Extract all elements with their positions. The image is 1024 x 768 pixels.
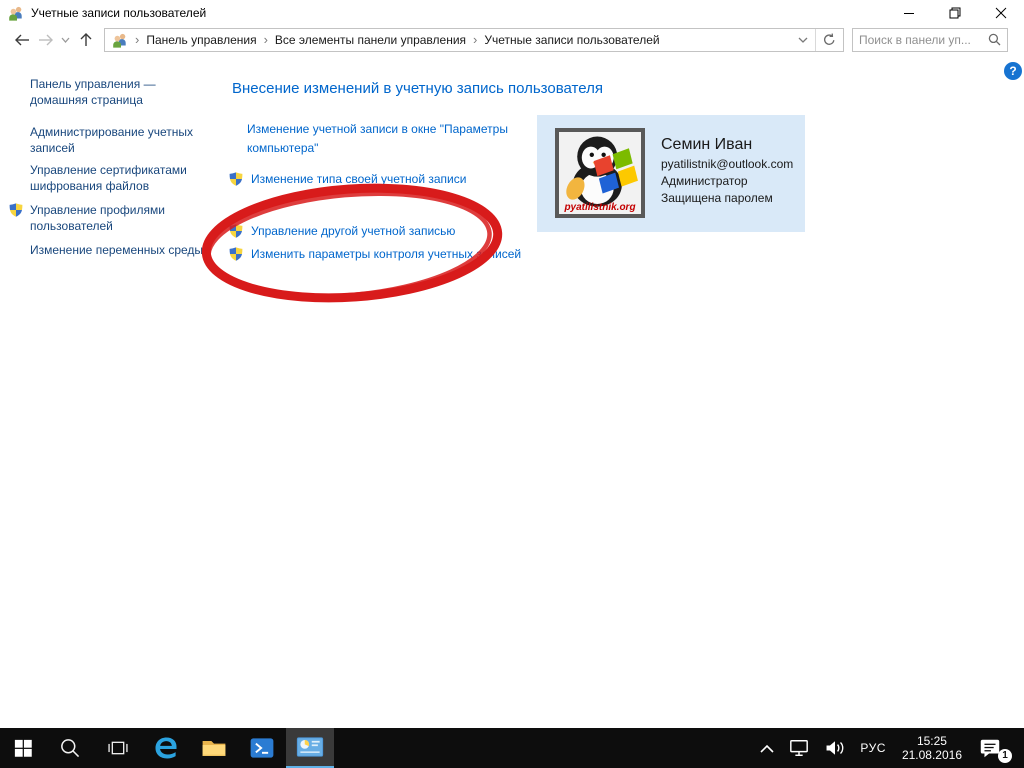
chevron-down-icon	[798, 37, 808, 43]
navigation-bar: › Панель управления › Все элементы панел…	[0, 25, 1024, 54]
system-tray: РУС 15:25 21.08.2016 1	[753, 728, 1024, 768]
forward-button[interactable]	[34, 28, 58, 52]
breadcrumb-control-panel[interactable]: Панель управления	[142, 33, 260, 47]
page-title: Внесение изменений в учетную запись поль…	[232, 80, 603, 97]
help-glyph: ?	[1009, 64, 1016, 78]
edge-icon	[152, 734, 180, 762]
link-change-uac-settings[interactable]: Изменить параметры контроля учетных запи…	[228, 245, 521, 268]
link-label: Изменение учетной записи в окне "Парамет…	[247, 120, 547, 158]
search-icon	[988, 33, 1001, 46]
uac-shield-icon	[8, 202, 24, 222]
link-label: Изменение типа своей учетной записи	[251, 170, 466, 189]
up-arrow-icon	[79, 32, 93, 47]
notification-badge: 1	[998, 749, 1012, 763]
restore-icon	[949, 7, 961, 19]
window-controls	[886, 0, 1024, 25]
close-icon	[995, 7, 1007, 19]
back-arrow-icon	[14, 33, 30, 47]
close-button[interactable]	[978, 0, 1024, 25]
link-change-account-type[interactable]: Изменение типа своей учетной записи	[228, 170, 466, 193]
powershell-icon	[248, 734, 276, 762]
account-password-status: Защищена паролем	[661, 190, 793, 207]
network-status-button[interactable]	[781, 728, 817, 768]
ethernet-network-icon	[788, 738, 810, 758]
address-bar[interactable]: › Панель управления › Все элементы панел…	[104, 28, 844, 52]
desktop: Учетные записи пользователей	[0, 0, 1024, 768]
file-explorer-button[interactable]	[190, 728, 238, 768]
account-email: pyatilistnik@outlook.com	[661, 156, 793, 173]
address-location-icon	[112, 32, 128, 48]
up-button[interactable]	[74, 28, 98, 52]
language-indicator[interactable]: РУС	[853, 728, 893, 768]
powershell-button[interactable]	[238, 728, 286, 768]
breadcrumb-separator: ›	[470, 32, 480, 47]
chevron-down-icon	[61, 37, 70, 43]
refresh-button[interactable]	[815, 29, 843, 51]
window-content: Панель управления — домашняя страница Ад…	[0, 54, 1024, 728]
forward-arrow-icon	[38, 33, 54, 47]
link-change-account-in-pc-settings[interactable]: Изменение учетной записи в окне "Парамет…	[247, 120, 547, 158]
tray-show-hidden-icons[interactable]	[753, 728, 781, 768]
uac-shield-icon	[228, 223, 244, 245]
task-view-icon	[105, 735, 131, 761]
clock-time: 15:25	[917, 734, 947, 748]
breadcrumb-user-accounts[interactable]: Учетные записи пользователей	[480, 33, 663, 47]
account-avatar: pyatilistnik.org	[555, 128, 645, 218]
search-icon	[58, 736, 82, 760]
control-panel-window: Учетные записи пользователей	[0, 0, 1024, 728]
edge-browser-button[interactable]	[142, 728, 190, 768]
account-info: Семин Иван pyatilistnik@outlook.com Адми…	[661, 128, 793, 207]
recent-pages-dropdown[interactable]	[58, 28, 75, 52]
breadcrumb-separator: ›	[261, 32, 271, 47]
current-account-tile: pyatilistnik.org Семин Иван pyatilistnik…	[537, 115, 805, 232]
account-name: Семин Иван	[661, 134, 793, 156]
link-manage-another-account[interactable]: Управление другой учетной записью	[228, 222, 455, 245]
breadcrumb-all-items[interactable]: Все элементы панели управления	[271, 33, 470, 47]
folder-icon	[200, 734, 228, 762]
taskbar: РУС 15:25 21.08.2016 1	[0, 728, 1024, 768]
help-button[interactable]: ?	[1004, 62, 1022, 80]
search-box[interactable]	[852, 28, 1008, 52]
taskbar-search-button[interactable]	[46, 728, 94, 768]
account-role: Администратор	[661, 173, 793, 190]
windows-logo-icon	[13, 738, 33, 758]
avatar-caption: pyatilistnik.org	[559, 202, 641, 213]
titlebar: Учетные записи пользователей	[0, 0, 1024, 25]
sidebar: Панель управления — домашняя страница Ад…	[12, 76, 212, 258]
clock-date: 21.08.2016	[902, 748, 962, 762]
breadcrumb-separator: ›	[132, 32, 142, 47]
link-label: Управление другой учетной записью	[251, 222, 455, 241]
speaker-icon	[824, 738, 846, 758]
back-button[interactable]	[10, 28, 34, 52]
link-label: Изменить параметры контроля учетных запи…	[251, 245, 521, 264]
sidebar-item-manage-accounts[interactable]: Администрирование учетных записей	[12, 124, 208, 156]
sidebar-item-label: Управление профилями пользователей	[30, 203, 165, 233]
chevron-up-icon	[760, 744, 774, 753]
start-button[interactable]	[0, 728, 46, 768]
sidebar-item-environment-variables[interactable]: Изменение переменных среды	[12, 242, 208, 258]
taskbar-user-accounts-app[interactable]	[286, 728, 334, 768]
volume-button[interactable]	[817, 728, 853, 768]
taskbar-clock[interactable]: 15:25 21.08.2016	[893, 728, 971, 768]
refresh-icon	[823, 33, 836, 46]
user-accounts-window-icon	[296, 736, 324, 758]
restore-button[interactable]	[932, 0, 978, 25]
sidebar-item-control-panel-home[interactable]: Панель управления — домашняя страница	[12, 76, 208, 108]
sidebar-item-certificates[interactable]: Управление сертификатами шифрования файл…	[12, 162, 208, 194]
task-view-button[interactable]	[94, 728, 142, 768]
sidebar-item-user-profiles[interactable]: Управление профилями пользователей	[12, 202, 208, 234]
search-input[interactable]	[859, 33, 988, 47]
minimize-button[interactable]	[886, 0, 932, 25]
user-accounts-icon	[8, 5, 24, 21]
action-center-button[interactable]: 1	[971, 728, 1014, 768]
address-dropdown-button[interactable]	[791, 29, 815, 51]
uac-shield-icon	[228, 171, 244, 193]
window-title: Учетные записи пользователей	[31, 6, 206, 20]
uac-shield-icon	[228, 246, 244, 268]
minimize-icon	[903, 7, 915, 19]
